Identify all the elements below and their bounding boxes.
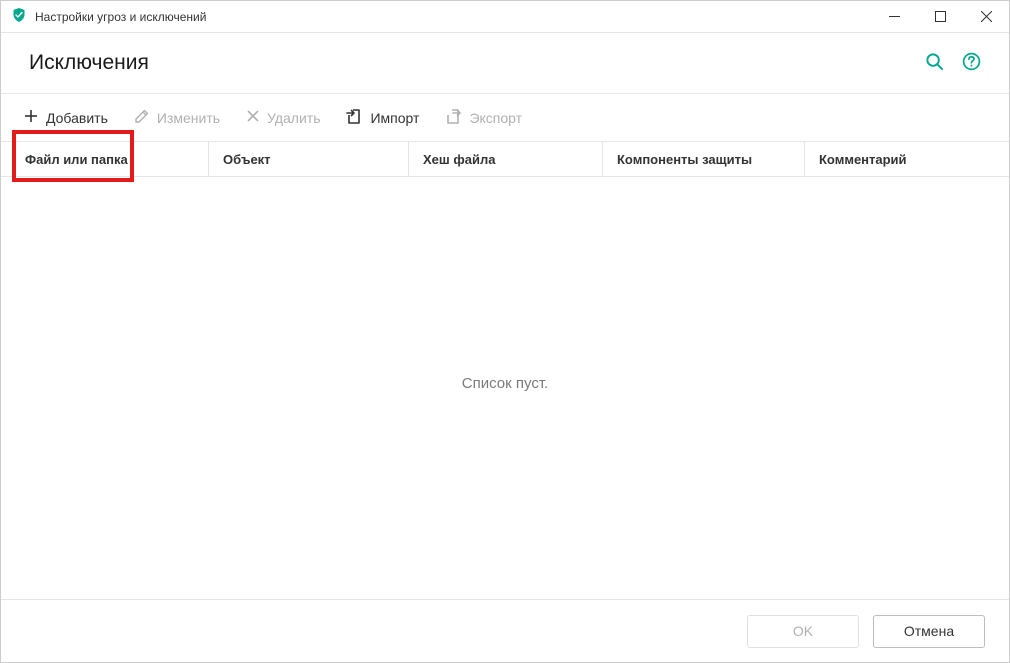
toolbar: Добавить Изменить Удалить Импорт: [1, 93, 1009, 141]
header-actions: [925, 52, 981, 74]
edit-button: Изменить: [124, 100, 230, 135]
page-title: Исключения: [29, 51, 149, 75]
column-header-hash[interactable]: Хеш файла: [409, 142, 603, 176]
window-title: Настройки угроз и исключений: [35, 10, 206, 24]
plus-icon: [23, 108, 39, 127]
import-icon: [346, 108, 363, 128]
add-label: Добавить: [46, 110, 108, 126]
search-icon[interactable]: [925, 52, 944, 74]
window-controls: [871, 1, 1009, 32]
shield-icon: [11, 7, 27, 26]
import-label: Импорт: [370, 110, 419, 126]
delete-button: Удалить: [236, 101, 330, 134]
ok-button: OK: [747, 615, 859, 648]
delete-label: Удалить: [267, 110, 320, 126]
add-button[interactable]: Добавить: [13, 100, 118, 135]
close-button[interactable]: [963, 1, 1009, 32]
export-icon: [445, 108, 462, 128]
column-header-file[interactable]: Файл или папка: [1, 142, 209, 176]
help-icon[interactable]: [962, 52, 981, 74]
column-header-comment[interactable]: Комментарий: [805, 142, 1009, 176]
export-button: Экспорт: [435, 100, 532, 136]
table-header: Файл или папка Объект Хеш файла Компонен…: [1, 141, 1009, 177]
column-header-object[interactable]: Объект: [209, 142, 409, 176]
edit-label: Изменить: [157, 110, 220, 126]
footer: OK Отмена: [1, 599, 1009, 662]
titlebar-left: Настройки угроз и исключений: [11, 7, 206, 26]
column-header-components[interactable]: Компоненты защиты: [603, 142, 805, 176]
maximize-button[interactable]: [917, 1, 963, 32]
x-icon: [246, 109, 260, 126]
pencil-icon: [134, 108, 150, 127]
export-label: Экспорт: [469, 110, 522, 126]
cancel-button[interactable]: Отмена: [873, 615, 985, 648]
page-header: Исключения: [1, 33, 1009, 93]
empty-list-message: Список пуст.: [1, 177, 1009, 590]
import-button[interactable]: Импорт: [336, 100, 429, 136]
minimize-button[interactable]: [871, 1, 917, 32]
titlebar: Настройки угроз и исключений: [1, 1, 1009, 33]
